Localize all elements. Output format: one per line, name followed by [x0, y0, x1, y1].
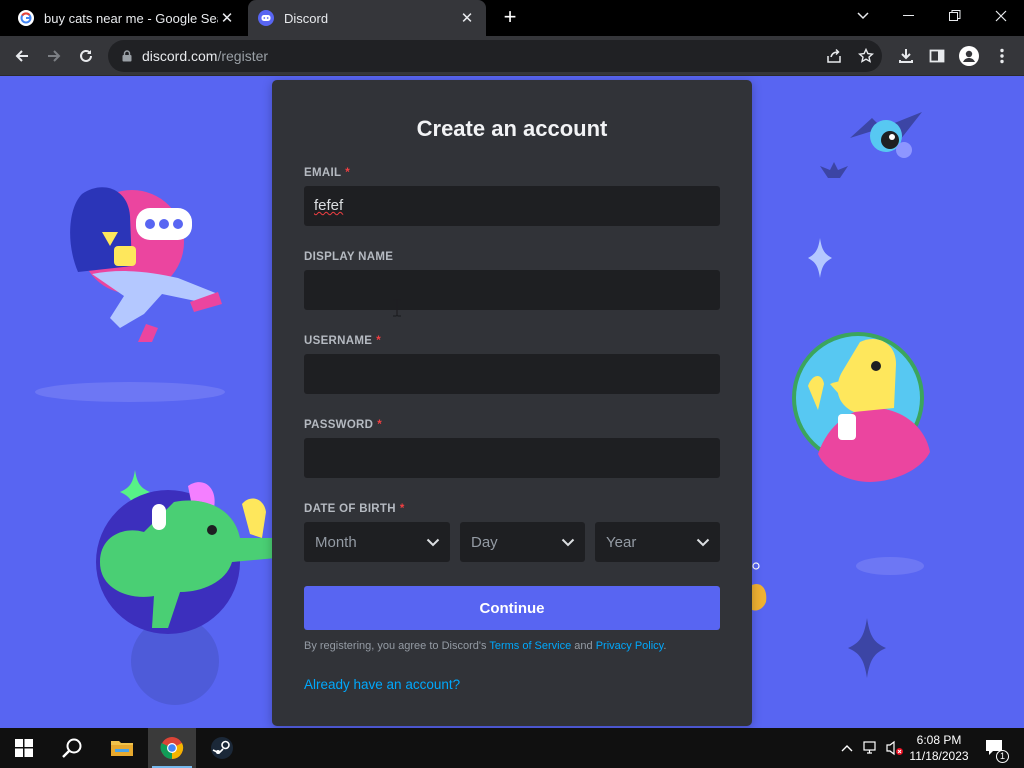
file-explorer-icon[interactable] — [98, 728, 146, 768]
profile-icon[interactable] — [955, 42, 983, 70]
google-icon — [18, 10, 34, 26]
username-label: USERNAME * — [304, 335, 381, 347]
hooded-character-illustration — [70, 187, 222, 342]
notification-count-badge: 1 — [996, 750, 1009, 763]
required-marker: * — [399, 503, 405, 515]
chevron-down-icon — [426, 538, 440, 546]
new-tab-button[interactable]: + — [498, 6, 522, 30]
address-bar[interactable]: discord.com/register — [108, 40, 882, 72]
login-link[interactable]: Already have an account? — [304, 677, 460, 692]
windows-start-button[interactable] — [0, 728, 48, 768]
notification-center-icon[interactable]: 1 — [980, 728, 1010, 768]
bookmark-star-icon[interactable] — [852, 42, 880, 70]
day-select-placeholder: Day — [471, 533, 498, 551]
sparkle-icon — [848, 618, 886, 678]
url-host: discord.com — [142, 48, 218, 64]
small-bat-icon — [820, 162, 848, 178]
dinosaur-illustration — [96, 482, 276, 634]
forward-button[interactable] — [40, 42, 68, 70]
sparkle-icon — [808, 238, 832, 278]
display-name-label: DISPLAY NAME — [304, 251, 394, 263]
email-field[interactable]: fefef — [304, 186, 720, 226]
minimize-button[interactable] — [886, 0, 932, 32]
cloud-decoration — [35, 382, 225, 402]
text-cursor-icon — [393, 299, 401, 317]
required-marker: * — [345, 167, 351, 179]
discord-register-page: Create an account EMAIL * fefef DISPLAY N… — [0, 76, 1024, 728]
steam-icon[interactable] — [198, 728, 246, 768]
chevron-down-icon — [696, 538, 710, 546]
date-of-birth-label: DATE OF BIRTH * — [304, 503, 405, 515]
clock-time: 6:08 PM — [916, 733, 962, 747]
show-hidden-icons-chevron-icon[interactable] — [836, 728, 858, 768]
tab-title: buy cats near me - Google Search — [44, 10, 218, 26]
taskbar: 6:08 PM 11/18/2023 1 — [0, 728, 1024, 768]
tab-search-icon[interactable] — [840, 0, 886, 32]
required-marker: * — [377, 419, 383, 431]
display-name-field[interactable] — [304, 270, 720, 310]
chrome-taskbar-icon[interactable] — [148, 728, 196, 768]
close-tab-icon[interactable]: ✕ — [218, 9, 236, 27]
yellow-character-illustration — [792, 332, 930, 482]
tab-google-search[interactable]: buy cats near me - Google Search ✕ — [8, 0, 246, 36]
tab-title: Discord — [284, 10, 329, 26]
register-card: Create an account EMAIL * fefef DISPLAY N… — [272, 80, 752, 726]
legal-text: By registering, you agree to Discord's T… — [304, 640, 667, 652]
browser-toolbar: discord.com/register — [0, 36, 1024, 76]
month-select-placeholder: Month — [315, 533, 357, 551]
share-icon[interactable] — [820, 42, 848, 70]
bat-creature-illustration — [850, 112, 922, 158]
side-panel-icon[interactable] — [923, 42, 951, 70]
required-marker: * — [376, 335, 381, 347]
menu-kebab-icon[interactable] — [988, 42, 1016, 70]
url-path: /register — [217, 48, 269, 64]
continue-button[interactable]: Continue — [304, 586, 720, 630]
year-select-placeholder: Year — [606, 533, 637, 551]
lock-icon[interactable] — [122, 50, 132, 62]
discord-icon — [258, 10, 274, 26]
email-label: EMAIL * — [304, 167, 351, 179]
tab-discord[interactable]: Discord ✕ — [248, 0, 486, 36]
reload-button[interactable] — [72, 42, 100, 70]
month-select[interactable]: Month — [304, 522, 450, 562]
download-icon[interactable] — [892, 42, 920, 70]
close-window-button[interactable] — [978, 0, 1024, 32]
clock-date: 11/18/2023 — [909, 749, 969, 763]
restore-button[interactable] — [932, 0, 978, 32]
system-clock[interactable]: 6:08 PM 11/18/2023 — [902, 732, 976, 764]
privacy-policy-link[interactable]: Privacy Policy — [596, 640, 664, 652]
close-tab-icon[interactable]: ✕ — [458, 9, 476, 27]
password-field[interactable] — [304, 438, 720, 478]
terms-of-service-link[interactable]: Terms of Service — [489, 640, 571, 652]
username-field[interactable] — [304, 354, 720, 394]
tab-bar: buy cats near me - Google Search ✕ Disco… — [0, 0, 1024, 36]
search-icon[interactable] — [48, 728, 96, 768]
cloud-decoration — [856, 557, 924, 575]
chevron-down-icon — [561, 538, 575, 546]
network-icon[interactable] — [860, 728, 882, 768]
year-select[interactable]: Year — [595, 522, 720, 562]
back-button[interactable] — [8, 42, 36, 70]
day-select[interactable]: Day — [460, 522, 585, 562]
page-title: Create an account — [416, 116, 608, 141]
password-label: PASSWORD * — [304, 419, 383, 431]
email-field-value: fefef — [314, 197, 344, 214]
